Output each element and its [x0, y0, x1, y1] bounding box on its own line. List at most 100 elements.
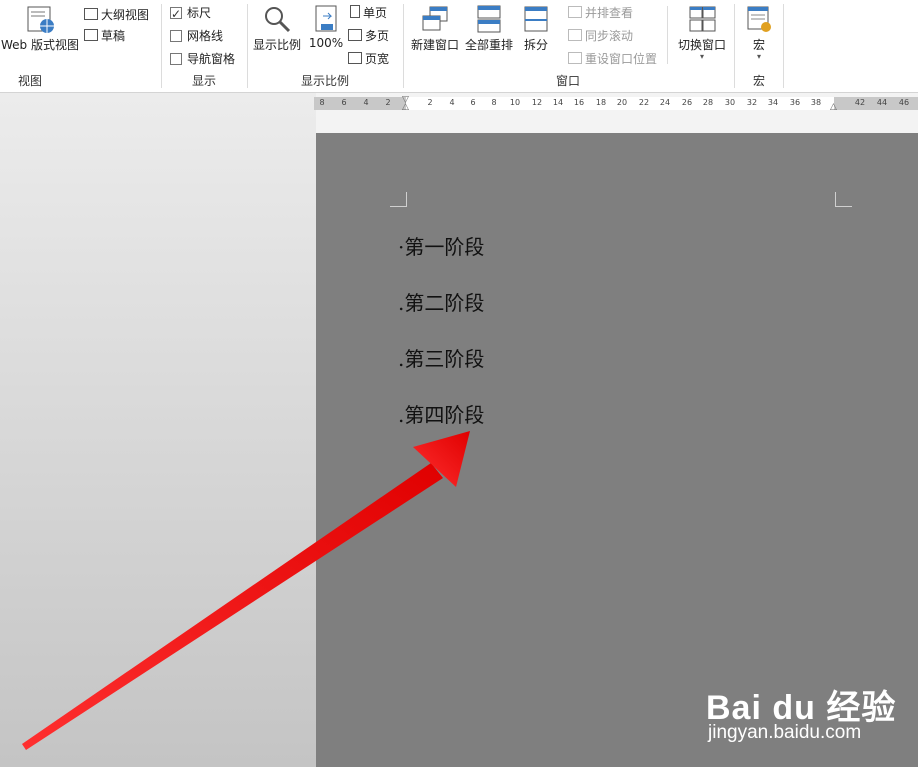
nav-pane-checkbox[interactable]: 导航窗格	[170, 49, 235, 69]
arrange-all-icon	[474, 4, 504, 34]
web-layout-label: Web 版式视图	[1, 38, 79, 52]
macro-icon	[744, 4, 774, 34]
nav-pane-check-icon[interactable]	[170, 53, 182, 65]
show-group-label: 显示	[191, 74, 216, 88]
ruler-tick-label: 8	[491, 98, 497, 107]
ruler-tick-label: 6	[470, 98, 476, 107]
switch-windows-button[interactable]: 切换窗口 ▾	[674, 4, 730, 61]
sync-scroll-label: 同步滚动	[585, 29, 634, 43]
ruler-tick-label: 2	[385, 98, 391, 107]
watermark-url: jingyan.baidu.com	[708, 722, 862, 743]
web-layout-button[interactable]: Web 版式视图	[0, 4, 80, 53]
ruler-tick-label: 20	[616, 98, 628, 107]
arrange-all-label: 全部重排	[464, 38, 513, 52]
draft-icon	[84, 29, 98, 41]
document-background	[0, 93, 316, 767]
paragraph[interactable]: .第二阶段	[398, 287, 484, 316]
paragraph[interactable]: ·第一阶段	[398, 231, 484, 260]
crop-mark-top-right	[835, 192, 852, 207]
gridlines-check-icon[interactable]	[170, 30, 182, 42]
ribbon: Web 版式视图 大纲视图 草稿 视图 标尺 网格线 导航窗格 显示 显	[0, 0, 918, 93]
chevron-down-icon: ▾	[756, 52, 761, 61]
ruler-tick-label: 10	[509, 98, 521, 107]
one-page-button[interactable]: 单页	[350, 3, 387, 23]
draft-label: 草稿	[101, 29, 126, 43]
ruler-tick-label: 2	[427, 98, 433, 107]
ruler-tick-label: 4	[363, 98, 369, 107]
zoom-100-button[interactable]: 100%	[306, 4, 346, 50]
ruler-tick-label: 38	[810, 98, 822, 107]
macros-label: 宏	[752, 38, 765, 52]
switch-windows-label: 切换窗口	[677, 38, 726, 52]
window-group-label: 窗口	[555, 74, 580, 88]
horizontal-ruler[interactable]: 8 6 4 2 2 4 6 8 10 12 14 16 18 20 22 24 26 28 30 32 34 36 38 42…	[314, 96, 918, 112]
view-group-label: 视图	[17, 74, 42, 88]
ruler-tick-label: 28	[702, 98, 714, 107]
multi-page-label: 多页	[365, 29, 390, 43]
multi-page-button[interactable]: 多页	[348, 26, 389, 46]
ruler-tick-label: 22	[638, 98, 650, 107]
ruler-tick-label: 36	[789, 98, 801, 107]
magnifier-icon	[262, 4, 292, 34]
reset-position-icon	[568, 52, 582, 64]
side-by-side-button[interactable]: 并排查看	[568, 3, 633, 23]
ruler-tick-label: 34	[767, 98, 779, 107]
split-icon	[521, 4, 551, 34]
right-indent-marker[interactable]: △	[830, 103, 837, 112]
zoom-100-label: 100%	[308, 36, 344, 50]
switch-windows-icon	[687, 4, 717, 34]
zoom-button[interactable]: 显示比例	[250, 4, 304, 53]
outline-label: 大纲视图	[101, 8, 150, 22]
document-page[interactable]: ·第一阶段 .第二阶段 .第三阶段 .第四阶段	[316, 133, 918, 767]
separator	[667, 6, 668, 64]
paragraph[interactable]: .第四阶段	[398, 399, 484, 428]
macros-button[interactable]: 宏 ▾	[740, 4, 778, 61]
web-layout-icon	[25, 4, 55, 34]
ruler-tick-label: 6	[341, 98, 347, 107]
crop-mark-top-left	[390, 192, 407, 207]
page-width-label: 页宽	[365, 52, 390, 66]
one-page-icon	[350, 5, 360, 18]
ruler-tick-label: 12	[531, 98, 543, 107]
new-window-button[interactable]: 新建窗口	[408, 4, 462, 53]
window-group: 新建窗口 全部重排 拆分 并排查看 同步滚动 重设窗口位置 切换窗口 ▾ 窗口	[404, 0, 732, 92]
ruler-check-icon[interactable]	[170, 4, 182, 24]
page-100-icon	[311, 4, 341, 34]
side-by-side-icon	[568, 6, 582, 18]
ruler-label: 标尺	[187, 6, 212, 20]
paragraph[interactable]: .第三阶段	[398, 343, 484, 372]
split-label: 拆分	[523, 38, 548, 52]
view-group: Web 版式视图 大纲视图 草稿 视图	[0, 0, 160, 92]
macros-group-label: 宏	[752, 74, 765, 88]
separator	[783, 4, 784, 88]
page-width-button[interactable]: 页宽	[348, 49, 389, 69]
nav-pane-label: 导航窗格	[187, 52, 236, 66]
arrange-all-button[interactable]: 全部重排	[462, 4, 516, 53]
gridlines-checkbox[interactable]: 网格线	[170, 26, 223, 46]
split-button[interactable]: 拆分	[516, 4, 556, 53]
ruler-tick-label: 4	[449, 98, 455, 107]
ruler-tick-label: 24	[659, 98, 671, 107]
reset-position-button[interactable]: 重设窗口位置	[568, 49, 657, 69]
outline-view-button[interactable]: 大纲视图	[84, 5, 149, 25]
gridlines-label: 网格线	[187, 29, 224, 43]
ruler-tick-label: 46	[898, 98, 910, 107]
sync-scroll-button[interactable]: 同步滚动	[568, 26, 633, 46]
ruler-tick-label: 8	[319, 98, 325, 107]
zoom-group: 显示比例 100% 单页 多页 页宽 显示比例	[248, 0, 402, 92]
ruler-tick-label: 26	[681, 98, 693, 107]
new-window-label: 新建窗口	[410, 38, 459, 52]
new-window-icon	[420, 4, 450, 34]
ruler-checkbox[interactable]: 标尺	[170, 3, 212, 24]
ruler-tick-label: 32	[746, 98, 758, 107]
hanging-indent-marker[interactable]: △	[402, 103, 409, 112]
draft-view-button[interactable]: 草稿	[84, 26, 125, 46]
zoom-group-label: 显示比例	[300, 74, 349, 88]
separator	[734, 4, 735, 88]
sync-scroll-icon	[568, 29, 582, 41]
ruler-tick-label: 14	[552, 98, 564, 107]
ruler-tick-label: 44	[876, 98, 888, 107]
baidu-jingyan-watermark: Bai du 经验 jingyan.baidu.com	[700, 680, 910, 760]
zoom-label: 显示比例	[252, 38, 301, 52]
outline-icon	[84, 8, 98, 20]
